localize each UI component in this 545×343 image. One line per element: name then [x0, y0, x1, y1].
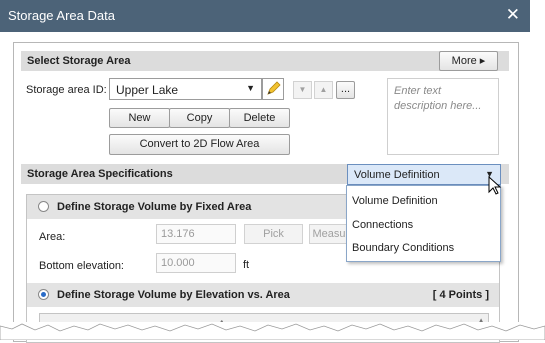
elevation-area-title: Define Storage Volume by Elevation vs. A… — [57, 289, 290, 301]
arrow-up-icon: ▲ — [319, 85, 328, 94]
spec-dropdown-menu: Volume Definition Connections Boundary C… — [346, 185, 501, 262]
title-bar: Storage Area Data ✕ — [0, 0, 530, 32]
browse-button[interactable]: ... — [336, 81, 355, 99]
fixed-area-radio[interactable] — [38, 201, 49, 212]
window-title: Storage Area Data — [8, 8, 115, 23]
spec-dropdown-value: Volume Definition — [354, 169, 440, 181]
area-label: Area: — [39, 231, 66, 243]
elevation-area-radio[interactable] — [38, 289, 49, 300]
pick-button[interactable]: Pick — [244, 224, 303, 244]
torn-edge — [0, 322, 545, 340]
arrow-down-icon: ▼ — [298, 85, 307, 94]
description-placeholder: Enter text description here... — [394, 85, 482, 112]
area-input[interactable]: 13.176 — [156, 224, 236, 244]
bottom-elevation-unit: ft — [243, 259, 250, 271]
menu-item-volume-definition[interactable]: Volume Definition — [352, 195, 438, 207]
measure-button[interactable]: Measu — [309, 224, 349, 244]
close-icon[interactable]: ✕ — [506, 5, 520, 25]
description-textbox[interactable]: Enter text description here... — [387, 78, 499, 155]
move-down-button[interactable]: ▼ — [293, 81, 312, 99]
storage-id-label: Storage area ID: — [26, 84, 107, 96]
specifications-title: Storage Area Specifications — [27, 168, 173, 180]
convert-2d-button[interactable]: Convert to 2D Flow Area — [109, 134, 290, 155]
bottom-elevation-label: Bottom elevation: — [39, 260, 124, 272]
move-up-button[interactable]: ▲ — [314, 81, 333, 99]
storage-area-window: Storage Area Data ✕ Select Storage Area … — [0, 0, 530, 343]
menu-item-boundary-conditions[interactable]: Boundary Conditions — [352, 242, 454, 254]
select-storage-area-header: Select Storage Area — [21, 51, 509, 71]
delete-button[interactable]: Delete — [229, 108, 290, 128]
bottom-elevation-input[interactable]: 10.000 — [156, 253, 236, 273]
fixed-area-title: Define Storage Volume by Fixed Area — [57, 201, 252, 213]
elevation-area-header: Define Storage Volume by Elevation vs. A… — [27, 283, 499, 307]
menu-item-connections[interactable]: Connections — [352, 219, 413, 231]
select-storage-area-title: Select Storage Area — [27, 55, 131, 67]
new-button[interactable]: New — [109, 108, 170, 128]
chevron-down-icon: ▼ — [246, 83, 255, 93]
points-count: [ 4 Points ] — [432, 289, 489, 301]
storage-id-value: Upper Lake — [116, 83, 179, 97]
storage-id-dropdown[interactable]: Upper Lake ▼ — [109, 78, 262, 100]
more-button[interactable]: More ▸ — [439, 51, 498, 71]
spec-dropdown[interactable]: Volume Definition ▼ — [347, 164, 501, 185]
edit-pencil-button[interactable] — [262, 78, 284, 100]
copy-button[interactable]: Copy — [169, 108, 230, 128]
mouse-cursor-icon — [488, 176, 502, 195]
pencil-icon — [267, 81, 281, 95]
